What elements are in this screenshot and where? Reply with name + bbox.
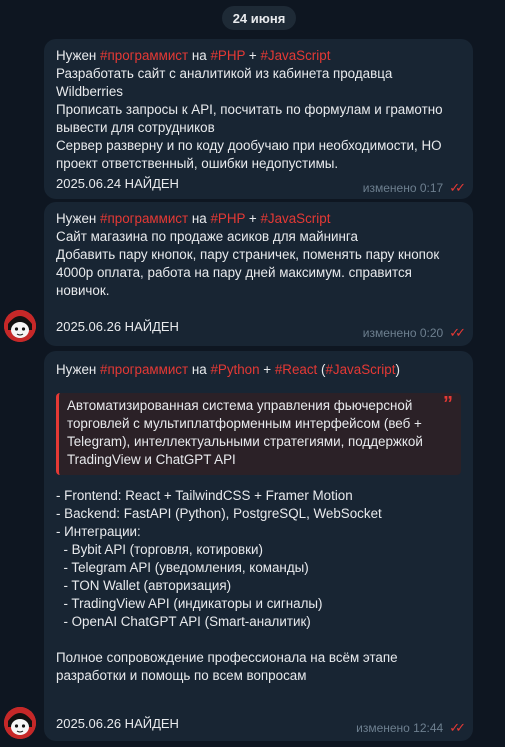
message-meta: изменено 0:17 ✓✓: [362, 179, 466, 197]
hashtag-link[interactable]: #PHP: [210, 48, 245, 63]
list-item: - Backend: FastAPI (Python), PostgreSQL,…: [56, 506, 382, 521]
status-text: 2025.06.26 НАЙДЕН: [56, 716, 179, 731]
hashtag-link[interactable]: #программист: [100, 48, 188, 63]
message-text: Полное сопровождение профессионала на вс…: [56, 650, 402, 683]
hashtag-link[interactable]: #JavaScript: [260, 211, 330, 226]
message-meta: изменено 12:44 ✓✓: [356, 719, 466, 737]
date-separator: 24 июня: [222, 6, 296, 30]
edited-timestamp: изменено 12:44: [356, 721, 444, 735]
hashtag-link[interactable]: #JavaScript: [260, 48, 330, 63]
message-header: Нужен #программист на #Python + #React (…: [56, 362, 400, 377]
hashtag-link[interactable]: #PHP: [210, 211, 245, 226]
hashtag-link[interactable]: #программист: [100, 362, 188, 377]
status-text: 2025.06.24 НАЙДЕН: [56, 176, 179, 191]
list-item: - Telegram API (уведомления, команды): [56, 560, 309, 575]
message-text: Прописать запросы к API, посчитать по фо…: [56, 102, 447, 135]
edited-timestamp: изменено 0:17: [362, 181, 444, 195]
hashtag-link[interactable]: #программист: [100, 211, 188, 226]
message-text: Разработать сайт с аналитикой из кабинет…: [56, 66, 397, 99]
double-check-icon: ✓✓: [449, 325, 466, 340]
message-text: Добавить пару кнопок, пару страничек, по…: [56, 247, 443, 298]
avatar-image: [4, 707, 36, 739]
message-text: Сайт магазина по продаже асиков для майн…: [56, 229, 358, 244]
status-text: 2025.06.26 НАЙДЕН: [56, 319, 179, 334]
message-meta: изменено 0:20 ✓✓: [362, 324, 466, 342]
list-item: - Интеграции:: [56, 524, 141, 539]
message-bubble[interactable]: Нужен #программист на #Python + #React (…: [44, 351, 473, 741]
list-item: - Bybit API (торговля, котировки): [56, 542, 263, 557]
quote-text: Автоматизированная система управления фь…: [67, 398, 427, 467]
avatar[interactable]: [4, 707, 36, 739]
list-item: - Frontend: React + TailwindCSS + Framer…: [56, 488, 353, 503]
avatar-image: [4, 310, 36, 342]
list-item: - TON Wallet (авторизация): [56, 578, 232, 593]
message-bubble[interactable]: Нужен #программист на #PHP + #JavaScript…: [44, 39, 473, 199]
hashtag-link[interactable]: #Python: [210, 362, 259, 377]
double-check-icon: ✓✓: [449, 720, 466, 735]
hashtag-link[interactable]: #JavaScript: [325, 362, 395, 377]
message-text: Сервер разверну и по коду дообучаю при н…: [56, 138, 446, 171]
hashtag-link[interactable]: #React: [275, 362, 317, 377]
edited-timestamp: изменено 0:20: [362, 326, 444, 340]
avatar[interactable]: [4, 310, 36, 342]
quote-icon: ”: [443, 393, 453, 415]
double-check-icon: ✓✓: [449, 180, 466, 195]
message-header: Нужен #программист на #PHP + #JavaScript: [56, 48, 331, 63]
message-bubble[interactable]: Нужен #программист на #PHP + #JavaScript…: [44, 202, 473, 346]
list-item: - TradingView API (индикаторы и сигналы): [56, 596, 323, 611]
message-header: Нужен #программист на #PHP + #JavaScript: [56, 211, 331, 226]
list-item: - OpenAI ChatGPT API (Smart-аналитик): [56, 614, 311, 629]
quote-block: Автоматизированная система управления фь…: [56, 393, 461, 475]
